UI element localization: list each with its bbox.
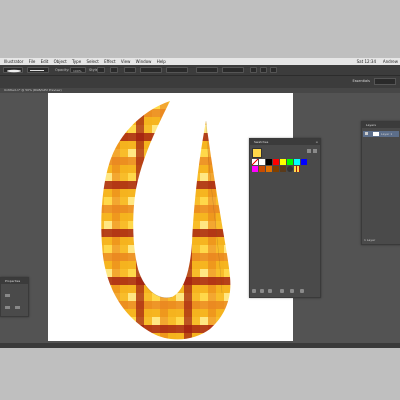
layer-count: 1 Layer [364,238,376,242]
show-kinds-icon[interactable] [260,289,264,293]
list-view-icon[interactable] [313,149,317,153]
recolor-artwork-button[interactable] [110,67,118,73]
swatch-dark-brown[interactable] [280,166,286,172]
more-options-button[interactable] [270,67,277,73]
width-field[interactable] [196,67,218,73]
swatch-libraries-icon[interactable] [252,289,256,293]
swatch-cyan[interactable] [294,159,300,165]
swatch-none[interactable] [252,159,258,165]
layers-panel-header[interactable]: Layers [362,122,400,128]
swatch-yellow[interactable] [280,159,286,165]
swatch-rust[interactable] [259,166,265,172]
new-color-group-icon[interactable] [280,289,284,293]
style-dropdown[interactable] [97,67,105,73]
menu-edit[interactable]: Edit [41,58,49,65]
layer-row[interactable]: Layer 1 [363,131,399,137]
layer-name[interactable]: Layer 1 [381,131,392,137]
menu-type[interactable]: Type [72,58,81,65]
swatch-green[interactable] [287,159,293,165]
delete-swatch-icon[interactable] [300,289,304,293]
swatch-plaid-pattern[interactable] [294,166,300,172]
x-field[interactable] [140,67,162,73]
u-shape-path[interactable] [101,101,231,340]
menu-clock: Sat 12:34 [356,59,376,64]
opacity-field[interactable]: 100% [70,67,86,73]
grid-view-icon[interactable] [307,149,311,153]
swatch-black[interactable] [266,159,272,165]
swatch-brown[interactable] [273,166,279,172]
panel-menu-icon[interactable]: ≡ [315,139,318,145]
current-fill-swatch[interactable] [252,148,262,158]
document-tab-title: Untitled-1* @ 50% (RGB/GPU Preview) [4,88,62,92]
application-bar: Essentials [0,76,400,88]
transform-button[interactable] [250,67,257,73]
menu-bar: Illustrator File Edit Object Type Select… [0,58,400,65]
properties-panel-header[interactable]: Properties [1,278,28,284]
swatch-options-icon[interactable] [268,289,272,293]
swatches-panel-title: Swatches [254,140,269,144]
menu-window[interactable]: Window [136,58,152,65]
y-field[interactable] [166,67,188,73]
swatches-panel: Swatches ≡ [249,138,321,298]
swatch-white[interactable] [259,159,265,165]
swatch-orange[interactable] [266,166,272,172]
status-bar [0,343,400,348]
properties-panel: Properties [0,277,29,317]
swatch-blue[interactable] [301,159,307,165]
swatch-folder-icon[interactable] [287,166,293,172]
brush-stroke-icon [7,69,21,73]
swatch-magenta[interactable] [252,166,258,172]
workspace-switcher[interactable]: Essentials [352,79,370,83]
menu-view[interactable]: View [121,58,131,65]
layers-panel-title: Layers [366,123,376,127]
align-dropdown[interactable] [124,67,136,73]
menu-help[interactable]: Help [157,58,166,65]
height-field[interactable] [222,67,244,73]
opacity-label: Opacity: [55,68,70,72]
illustrator-window: Illustrator File Edit Object Type Select… [0,58,400,348]
properties-panel-title: Properties [5,279,21,283]
new-swatch-icon[interactable] [290,289,294,293]
swatches-panel-header[interactable]: Swatches ≡ [250,139,320,145]
search-stock-field[interactable] [374,78,396,85]
control-bar: Opacity: 100% Style: [0,65,400,76]
swatch-red[interactable] [273,159,279,165]
brush-preview-icon [30,70,44,71]
brush-definition-dropdown[interactable] [27,67,49,73]
panel-icon-b[interactable] [5,306,10,309]
menu-file[interactable]: File [29,58,36,65]
menu-object[interactable]: Object [54,58,67,65]
menu-select[interactable]: Select [86,58,98,65]
flip-button[interactable] [260,67,267,73]
menu-effect[interactable]: Effect [104,58,116,65]
eye-icon[interactable] [365,132,368,135]
menu-app[interactable]: Illustrator [4,58,23,65]
swatches-panel-footer [252,289,318,294]
panel-icon-a[interactable] [5,294,10,297]
menu-user[interactable]: Andrew [383,58,398,65]
panel-icon-c[interactable] [15,306,20,309]
layers-panel: Layers Layer 1 1 Layer [361,121,400,245]
fill-stroke-widget[interactable] [3,67,23,73]
layer-thumbnail [373,132,379,136]
